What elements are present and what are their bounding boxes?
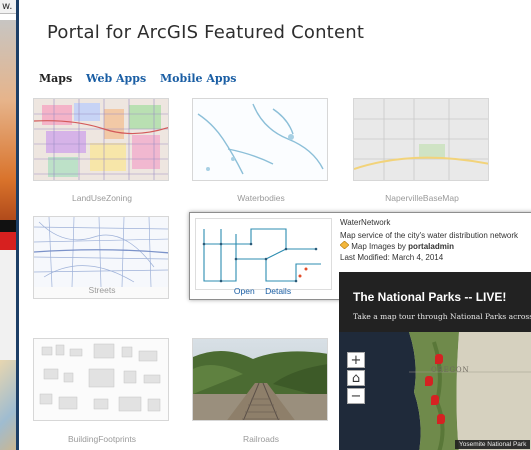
zoom-in-button[interactable]: + bbox=[347, 352, 365, 368]
item-type: Map Images by bbox=[351, 242, 406, 251]
park-marker[interactable] bbox=[437, 414, 445, 424]
thumbnail-railroads[interactable] bbox=[192, 338, 328, 421]
thumbnail-naperville-basemap[interactable] bbox=[353, 98, 489, 181]
map-state-label: OREGON bbox=[431, 366, 470, 374]
item-owner-line: Map Images by portaladmin bbox=[339, 240, 518, 252]
caption-waterbodies[interactable]: Waterbodies bbox=[186, 193, 336, 203]
details-link[interactable]: Details bbox=[265, 286, 291, 296]
story-map-subtitle: Take a map tour through National Parks a… bbox=[353, 312, 531, 321]
tab-mobile-apps[interactable]: Mobile Apps bbox=[160, 72, 237, 85]
thumbnail-land-use-zoning[interactable] bbox=[33, 98, 169, 181]
water-network-map-image bbox=[196, 219, 331, 289]
page-title: Portal for ArcGIS Featured Content bbox=[47, 22, 365, 43]
national-parks-story-map[interactable]: The National Parks -- LIVE! Take a map t… bbox=[339, 272, 531, 450]
map-image-layer-icon bbox=[339, 240, 350, 250]
thumbnail-waterbodies[interactable] bbox=[192, 98, 328, 181]
park-marker[interactable] bbox=[425, 376, 433, 386]
content-tabs: Maps Web Apps Mobile Apps bbox=[39, 72, 247, 85]
caption-railroads[interactable]: Railroads bbox=[186, 434, 336, 444]
item-description: Map service of the city's water distribu… bbox=[340, 231, 519, 240]
basemap-map-image bbox=[354, 99, 488, 180]
item-info: WaterNetwork Map service of the city's w… bbox=[339, 217, 519, 263]
caption-building-footprints[interactable]: BuildingFootprints bbox=[27, 434, 177, 444]
item-owner[interactable]: portaladmin bbox=[408, 242, 454, 251]
item-modified: Last Modified: March 4, 2014 bbox=[340, 253, 444, 262]
item-actions: Open Details bbox=[195, 286, 330, 296]
thumbnail-water-network[interactable] bbox=[195, 218, 332, 290]
park-marker[interactable] bbox=[431, 395, 439, 405]
waterbodies-map-image bbox=[193, 99, 327, 180]
caption-streets[interactable]: Streets bbox=[27, 285, 177, 295]
streets-map-image bbox=[34, 217, 168, 288]
tab-maps[interactable]: Maps bbox=[39, 72, 72, 85]
land-use-map-image bbox=[34, 99, 168, 180]
caption-naperville-basemap[interactable]: NapervilleBaseMap bbox=[347, 193, 497, 203]
tab-web-apps[interactable]: Web Apps bbox=[86, 72, 146, 85]
railroads-photo bbox=[193, 339, 327, 420]
story-map-title: The National Parks -- LIVE! bbox=[353, 290, 507, 304]
background-address-text: w. bbox=[2, 1, 13, 12]
park-tooltip: Yosemite National Park bbox=[455, 440, 531, 449]
story-map-view[interactable]: OREGON + ⌂ − bbox=[339, 332, 531, 450]
park-marker[interactable] bbox=[435, 354, 443, 364]
portal-window: Portal for ArcGIS Featured Content Maps … bbox=[16, 0, 531, 450]
caption-land-use-zoning[interactable]: LandUseZoning bbox=[27, 193, 177, 203]
zoom-out-button[interactable]: − bbox=[347, 388, 365, 404]
home-button[interactable]: ⌂ bbox=[347, 370, 365, 386]
item-name: WaterNetwork bbox=[340, 218, 391, 227]
thumbnail-building-footprints[interactable] bbox=[33, 338, 169, 421]
open-link[interactable]: Open bbox=[234, 286, 255, 296]
building-footprints-map-image bbox=[34, 339, 168, 420]
terrain-map-image bbox=[339, 332, 531, 450]
